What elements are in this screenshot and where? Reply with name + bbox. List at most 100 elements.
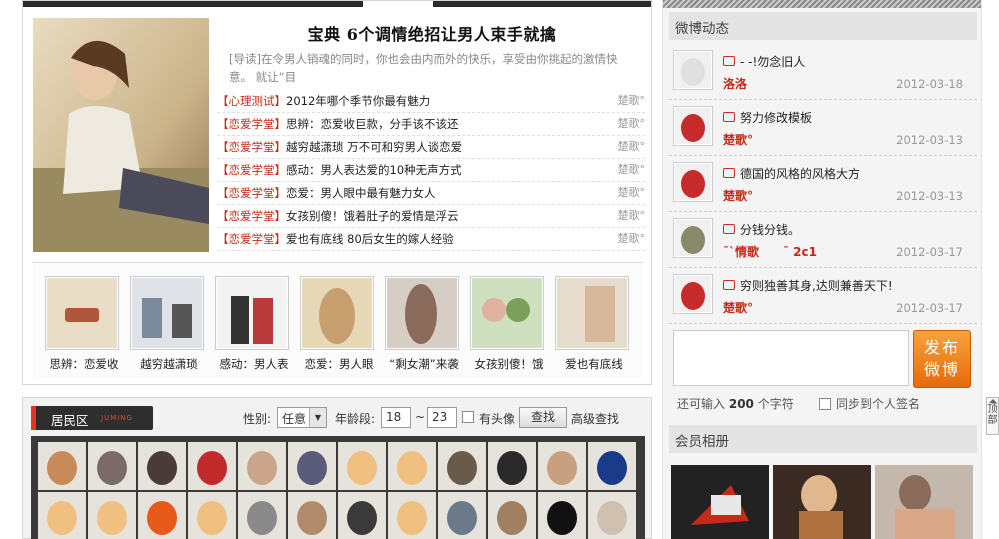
article-author[interactable]: 楚歌° [618,228,646,250]
article-category[interactable]: 【恋爱学堂】 [217,140,286,154]
thumbnail-image[interactable] [132,278,202,348]
thumbnail-caption[interactable]: 恋爱：男人眼 [300,356,378,372]
article-item[interactable]: 【心理测试】2012年哪个季节你最有魅力 楚歌° [217,90,645,113]
feed-user[interactable]: 楚歌° [723,131,753,148]
feed-user[interactable]: ˉ`情歌 ˉ 2c1 [723,243,817,260]
avatar[interactable] [673,218,713,258]
thumbnail-image[interactable] [47,278,117,348]
thumbnail-caption[interactable]: 越穷越潇琐 [130,356,208,372]
article-category[interactable]: 【恋爱学堂】 [217,117,286,131]
feed-user[interactable]: 楚歌° [723,187,753,204]
publish-weibo-button[interactable]: 发布 微博 [913,330,971,388]
article-item[interactable]: 【恋爱学堂】感动：男人表达爱的10种无声方式 楚歌° [217,159,645,182]
article-author[interactable]: 楚歌° [618,205,646,227]
feed-user[interactable]: 楚歌° [723,299,753,316]
resident-avatar[interactable] [88,442,136,490]
feed-user[interactable]: 洛洛 [723,75,747,92]
resident-avatar[interactable] [538,442,586,490]
avatar[interactable] [673,50,713,90]
album-photo[interactable] [875,465,973,539]
resident-avatar[interactable] [288,442,336,490]
thumbnail-item[interactable]: “剩女潮”来袭 [385,276,461,372]
avatar[interactable] [673,106,713,146]
article-author[interactable]: 楚歌° [618,90,646,112]
resident-avatar[interactable] [438,492,486,539]
avatar[interactable] [673,162,713,202]
thumbnail-caption[interactable]: “剩女潮”来袭 [385,356,463,372]
resident-avatar[interactable] [588,492,636,539]
feature-headline[interactable]: 宝典 6个调情绝招让男人束手就擒 [219,21,645,45]
avatar[interactable] [673,274,713,314]
advanced-search-link[interactable]: 高级查找 [571,410,619,427]
weibo-feed-item[interactable]: 努力修改模板 楚歌° 2012-03-13 [669,100,977,156]
back-to-top-button[interactable]: 顶部 [986,397,999,435]
resident-avatar[interactable] [388,442,436,490]
weibo-feed-item[interactable]: 德国的风格的风格大方 楚歌° 2012-03-13 [669,156,977,212]
article-author[interactable]: 楚歌° [618,136,646,158]
feed-message[interactable]: 努力修改模板 [740,109,812,126]
article-category[interactable]: 【恋爱学堂】 [217,232,286,246]
article-author[interactable]: 楚歌° [618,159,646,181]
feed-message[interactable]: 穷则独善其身,达则兼善天下! [740,277,893,294]
resident-avatar[interactable] [238,442,286,490]
weibo-feed-item[interactable]: - -!勿念旧人 洛洛 2012-03-18 [669,44,977,100]
weibo-feed-item[interactable]: 穷则独善其身,达则兼善天下! 楚歌° 2012-03-17 [669,268,977,324]
resident-avatar[interactable] [388,492,436,539]
age-to-input[interactable]: 23 [427,407,457,428]
thumbnail-item[interactable]: 感动：男人表 [215,276,291,372]
feature-image[interactable] [33,18,209,252]
resident-avatar[interactable] [488,442,536,490]
article-title[interactable]: 女孩别傻！饿着肚子的爱情是浮云 [286,209,459,223]
feed-message[interactable]: 德国的风格的风格大方 [740,165,860,182]
thumbnail-caption[interactable]: 女孩别傻！饿 [470,356,548,372]
article-title[interactable]: 恋爱：男人眼中最有魅力女人 [286,186,436,200]
residents-tab[interactable]: 居民区 JUMING [31,406,153,430]
resident-avatar[interactable] [488,492,536,539]
age-from-input[interactable]: 18 [381,407,411,428]
article-item[interactable]: 【恋爱学堂】思辨：恋爱收巨款，分手该不该还 楚歌° [217,113,645,136]
thumbnail-item[interactable]: 爱也有底线 [555,276,631,372]
resident-avatar[interactable] [188,492,236,539]
resident-avatar[interactable] [38,492,86,539]
thumbnail-item[interactable]: 恋爱：男人眼 [300,276,376,372]
article-item[interactable]: 【恋爱学堂】恋爱：男人眼中最有魅力女人 楚歌° [217,182,645,205]
article-category[interactable]: 【恋爱学堂】 [217,209,286,223]
resident-avatar[interactable] [588,442,636,490]
resident-avatar[interactable] [338,492,386,539]
resident-avatar[interactable] [438,442,486,490]
thumbnail-item[interactable]: 越穷越潇琐 [130,276,206,372]
thumbnail-caption[interactable]: 爱也有底线 [555,356,633,372]
article-category[interactable]: 【恋爱学堂】 [217,163,286,177]
sync-signature[interactable]: 同步到个人签名 [819,395,920,412]
resident-avatar[interactable] [188,442,236,490]
thumbnail-image[interactable] [302,278,372,348]
chevron-down-icon[interactable]: ▼ [309,408,326,427]
thumbnail-item[interactable]: 思辨：恋爱收 [45,276,121,372]
resident-avatar[interactable] [88,492,136,539]
search-button[interactable]: 查找 [519,407,567,428]
album-photo[interactable] [671,465,769,539]
article-title[interactable]: 感动：男人表达爱的10种无声方式 [286,163,462,177]
resident-avatar[interactable] [288,492,336,539]
article-item[interactable]: 【恋爱学堂】越穷越潇琐 万不可和穷男人谈恋爱 楚歌° [217,136,645,159]
gender-select[interactable]: 任意 ▼ [277,407,327,428]
album-photo[interactable] [773,465,871,539]
resident-avatar[interactable] [338,442,386,490]
resident-avatar[interactable] [538,492,586,539]
weibo-feed-item[interactable]: 分钱分钱。 ˉ`情歌 ˉ 2c1 2012-03-17 [669,212,977,268]
feed-message[interactable]: - -!勿念旧人 [740,53,805,70]
article-item[interactable]: 【恋爱学堂】女孩别傻！饿着肚子的爱情是浮云 楚歌° [217,205,645,228]
thumbnail-image[interactable] [557,278,627,348]
thumbnail-caption[interactable]: 思辨：恋爱收 [45,356,123,372]
article-author[interactable]: 楚歌° [618,182,646,204]
feed-message[interactable]: 分钱分钱。 [740,221,800,238]
sync-checkbox[interactable] [819,398,831,410]
article-author[interactable]: 楚歌° [618,113,646,135]
thumbnail-caption[interactable]: 感动：男人表 [215,356,293,372]
thumbnail-image[interactable] [387,278,457,348]
article-title[interactable]: 思辨：恋爱收巨款，分手该不该还 [286,117,459,131]
article-title[interactable]: 越穷越潇琐 万不可和穷男人谈恋爱 [286,140,462,154]
thumbnail-item[interactable]: 女孩别傻！饿 [470,276,546,372]
resident-avatar[interactable] [238,492,286,539]
article-title[interactable]: 2012年哪个季节你最有魅力 [286,94,430,108]
